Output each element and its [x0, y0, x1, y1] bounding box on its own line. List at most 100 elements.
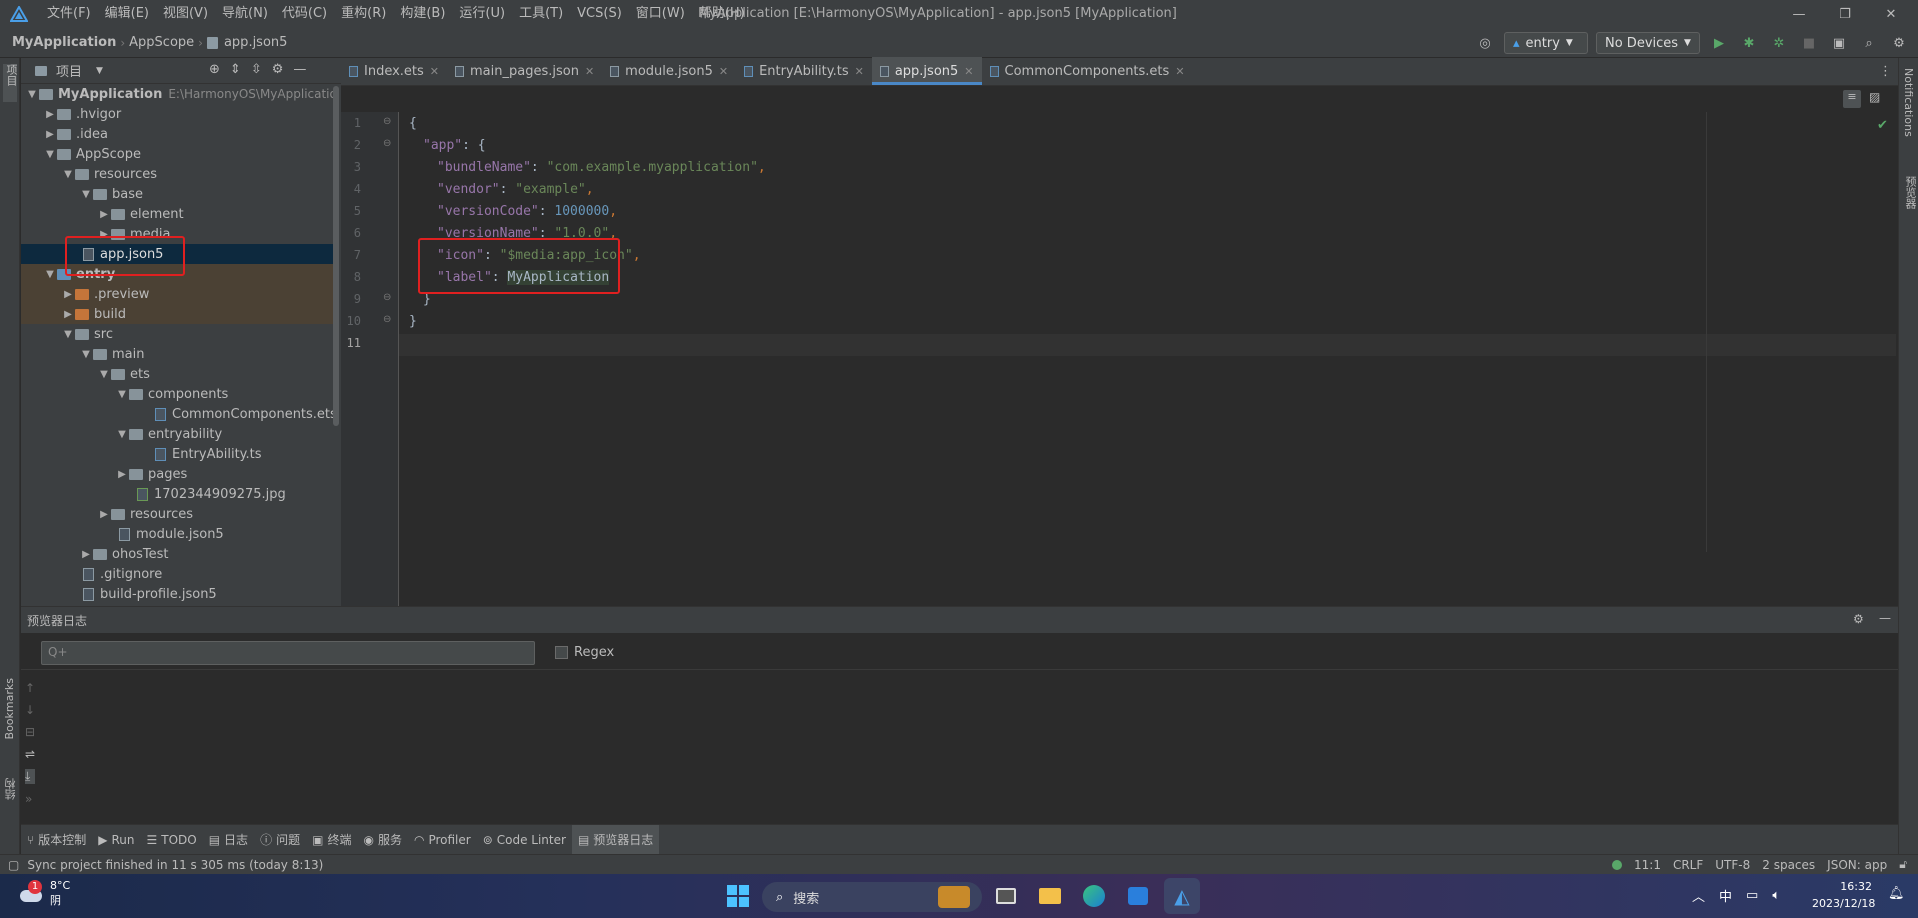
tab-commoncomponents-ets[interactable]: CommonComponents.ets ✕	[982, 57, 1193, 85]
tree-item-jpg[interactable]: 1702344909275.jpg	[137, 484, 286, 504]
tree-item-pages[interactable]: ▶ pages	[115, 464, 187, 484]
tab-todo[interactable]: ☰ TODO	[140, 825, 202, 855]
menu-file[interactable]: 文件(F)	[40, 0, 98, 28]
tab-app-json5[interactable]: app.json5 ✕	[871, 57, 982, 85]
tree-item-module-json5[interactable]: module.json5	[119, 524, 224, 544]
weather-widget[interactable]: 1 8°C 阴	[18, 878, 70, 908]
tree-scrollbar[interactable]	[333, 86, 339, 426]
close-icon[interactable]: ✕	[1175, 65, 1184, 78]
status-message[interactable]: Sync project finished in 11 s 305 ms (to…	[27, 858, 323, 872]
menu-refactor[interactable]: 重构(R)	[334, 0, 393, 28]
expand-all-icon[interactable]: ⇕	[230, 62, 241, 77]
notifications-tool-button[interactable]: Notifications	[1902, 68, 1915, 141]
more-tabs-icon[interactable]: ⋮	[1879, 64, 1892, 79]
tab-log[interactable]: ▤ 日志	[203, 825, 254, 855]
tab-index-ets[interactable]: Index.ets ✕	[341, 57, 447, 85]
run-icon[interactable]: ▶	[1708, 32, 1730, 54]
tree-item-src[interactable]: ▼ src	[61, 324, 113, 344]
previewer-tool-button[interactable]: 预览器	[1902, 176, 1918, 213]
tree-item-main[interactable]: ▼ main	[79, 344, 144, 364]
breadcrumb-appscope[interactable]: AppScope	[125, 35, 198, 50]
menu-view[interactable]: 视图(V)	[156, 0, 215, 28]
tree-item-appscope[interactable]: ▼ AppScope	[43, 144, 141, 164]
fold-icon[interactable]: ⊖	[383, 314, 391, 325]
menu-run[interactable]: 运行(U)	[452, 0, 512, 28]
tree-item-resources[interactable]: ▼ resources	[61, 164, 157, 184]
layout-icon[interactable]: ▢	[8, 858, 19, 872]
close-icon[interactable]: ✕	[719, 65, 728, 78]
file-encoding[interactable]: UTF-8	[1715, 858, 1750, 872]
chevron-down-icon[interactable]: ▼	[96, 66, 103, 76]
breadcrumb-file[interactable]: app.json5	[220, 35, 291, 50]
store-button[interactable]	[1120, 878, 1156, 914]
tree-item-idea[interactable]: ▶ .idea	[43, 124, 108, 144]
tab-entryability-ts[interactable]: EntryAbility.ts ✕	[736, 57, 872, 85]
tree-item-build[interactable]: ▶ build	[61, 304, 126, 324]
search-icon[interactable]: ⌕	[1858, 32, 1880, 54]
json-schema[interactable]: JSON: app	[1827, 858, 1887, 872]
collapse-all-icon[interactable]: ⇳	[251, 62, 262, 77]
locate-icon[interactable]: ⊕	[209, 62, 220, 77]
start-button[interactable]	[720, 878, 756, 914]
tree-item-main-resources[interactable]: ▶ resources	[97, 504, 193, 524]
preview-view-icon[interactable]: ▨	[1869, 90, 1880, 104]
fold-icon[interactable]: ⊖	[383, 138, 391, 149]
menu-edit[interactable]: 编辑(E)	[98, 0, 156, 28]
stop-icon[interactable]: ■	[1798, 32, 1820, 54]
tree-item-ohostest[interactable]: ▶ ohosTest	[79, 544, 168, 564]
hide-icon[interactable]: —	[293, 62, 306, 77]
gear-icon[interactable]: ⚙	[1853, 612, 1864, 626]
text-view-icon[interactable]: ≡	[1843, 90, 1861, 108]
close-icon[interactable]: ✕	[430, 65, 439, 78]
code-editor[interactable]: { "app": { "bundleName": "com.example.my…	[401, 112, 1898, 606]
run-config-select[interactable]: ▴ entry ▼	[1504, 32, 1588, 54]
hide-icon[interactable]: —	[1879, 611, 1891, 625]
ime-indicator[interactable]: 中	[1719, 886, 1732, 905]
tree-item-myapplication[interactable]: ▼ MyApplication E:\HarmonyOS\MyApplicatio	[25, 84, 337, 104]
file-explorer-button[interactable]	[1032, 878, 1068, 914]
clock[interactable]: 16:32 2023/12/18	[1812, 878, 1875, 912]
soft-wrap-icon[interactable]: ⇌	[25, 747, 35, 761]
tree-item-components[interactable]: ▼ components	[115, 384, 228, 404]
tree-item-hvigor[interactable]: ▶ .hvigor	[43, 104, 121, 124]
menu-vcs[interactable]: VCS(S)	[570, 0, 629, 28]
restore-button[interactable]: ❐	[1822, 0, 1868, 28]
minimize-button[interactable]: —	[1776, 0, 1822, 28]
fold-icon[interactable]: ⊖	[383, 116, 391, 127]
task-view-button[interactable]	[988, 878, 1024, 914]
debug-icon[interactable]: ✱	[1738, 32, 1760, 54]
tab-code-linter[interactable]: ⊚ Code Linter	[477, 825, 572, 855]
menu-navigate[interactable]: 导航(N)	[215, 0, 275, 28]
project-tool-button[interactable]: 项目	[3, 64, 18, 102]
deveco-taskbar-button[interactable]: ◭	[1164, 878, 1200, 914]
tab-run[interactable]: ▶ Run	[92, 825, 140, 855]
tab-profiler[interactable]: ◠ Profiler	[408, 825, 477, 855]
regex-checkbox[interactable]: Regex	[555, 645, 614, 660]
menu-window[interactable]: 窗口(W)	[629, 0, 692, 28]
project-panel-title[interactable]: 项目	[56, 61, 82, 80]
arrow-down-icon[interactable]: ↓	[25, 703, 35, 717]
tree-item-entryability-ts[interactable]: EntryAbility.ts	[155, 444, 262, 464]
menu-code[interactable]: 代码(C)	[275, 0, 334, 28]
chevron-up-icon[interactable]: ︿	[1692, 886, 1705, 905]
tree-item-preview[interactable]: ▶ .preview	[61, 284, 149, 304]
tab-problems[interactable]: ⓘ 问题	[254, 825, 306, 855]
settings-icon[interactable]: ⚙	[1888, 32, 1910, 54]
close-icon[interactable]: ✕	[585, 65, 594, 78]
more-icon[interactable]: »	[25, 792, 35, 806]
tab-main-pages-json[interactable]: main_pages.json ✕	[447, 57, 602, 85]
menu-tools[interactable]: 工具(T)	[512, 0, 570, 28]
attach-debugger-icon[interactable]: ✲	[1768, 32, 1790, 54]
tab-previewer-log[interactable]: ▤ 预览器日志	[571, 824, 660, 855]
tree-item-element[interactable]: ▶ element	[97, 204, 183, 224]
tree-item-base[interactable]: ▼ base	[79, 184, 143, 204]
caret-position[interactable]: 11:1	[1634, 858, 1661, 872]
tab-module-json5[interactable]: module.json5 ✕	[602, 57, 736, 85]
line-separator[interactable]: CRLF	[1673, 858, 1703, 872]
network-icon[interactable]: ▭	[1746, 888, 1758, 903]
tree-item-ets[interactable]: ▼ ets	[97, 364, 150, 384]
device-manager-icon[interactable]: ▣	[1828, 32, 1850, 54]
tree-item-build-profile[interactable]: build-profile.json5	[83, 584, 217, 604]
close-icon[interactable]: ✕	[855, 65, 864, 78]
arrow-up-icon[interactable]: ↑	[25, 681, 35, 695]
